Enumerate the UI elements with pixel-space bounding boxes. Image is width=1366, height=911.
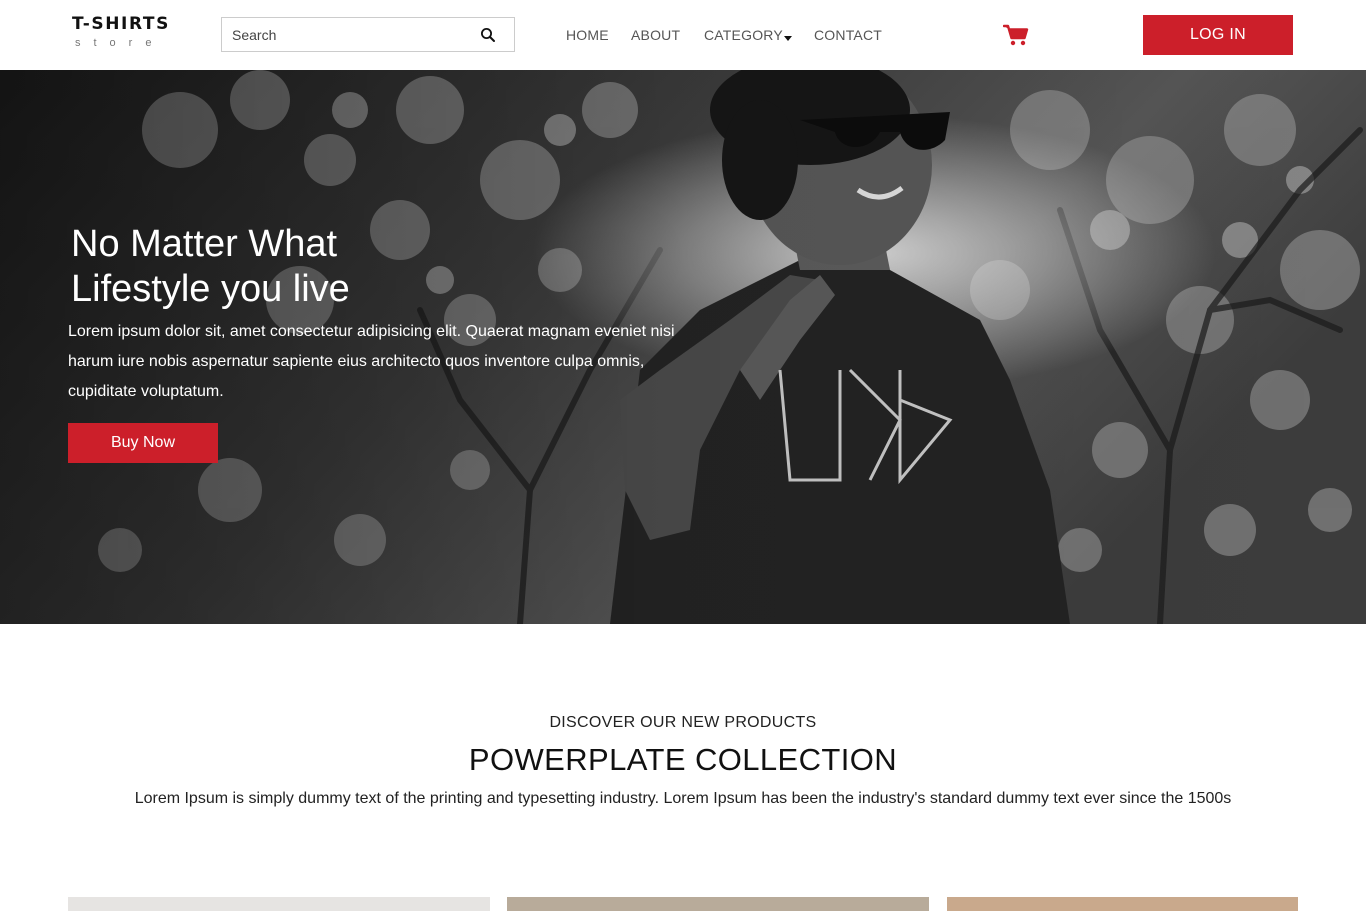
caret-down-icon bbox=[783, 36, 792, 41]
section-kicker: DISCOVER OUR NEW PRODUCTS bbox=[549, 714, 817, 731]
hero-title-line-1: No Matter What bbox=[71, 223, 338, 265]
nav-home[interactable]: HOME bbox=[566, 27, 609, 43]
search-icon[interactable] bbox=[480, 27, 496, 43]
product-cards bbox=[0, 897, 1366, 911]
search-input[interactable] bbox=[222, 18, 482, 51]
products-intro: DISCOVER OUR NEW PRODUCTS POWERPLATE COL… bbox=[0, 712, 1366, 810]
logo-subtitle: store bbox=[75, 37, 165, 49]
buy-now-button[interactable]: Buy Now bbox=[68, 423, 218, 463]
product-card-1[interactable] bbox=[68, 897, 490, 911]
logo-title: T-SHIRTS bbox=[72, 14, 170, 34]
nav-category[interactable]: CATEGORY bbox=[704, 27, 792, 43]
hero-title-line-2: Lifestyle you live bbox=[71, 268, 350, 310]
product-card-2[interactable] bbox=[507, 897, 929, 911]
nav-contact[interactable]: CONTACT bbox=[814, 27, 882, 43]
login-button[interactable]: LOG IN bbox=[1143, 15, 1293, 55]
hero-title: No Matter What Lifestyle you live bbox=[71, 222, 708, 312]
section-description: Lorem Ipsum is simply dummy text of the … bbox=[134, 790, 1232, 807]
nav-about[interactable]: ABOUT bbox=[631, 27, 680, 43]
hero-description: Lorem ipsum dolor sit, amet consectetur … bbox=[68, 323, 675, 400]
site-header: T-SHIRTS store HOME ABOUT CATEGORY CONTA… bbox=[0, 0, 1366, 70]
hero-content: No Matter What Lifestyle you live Lorem … bbox=[68, 222, 708, 463]
hero-banner: No Matter What Lifestyle you live Lorem … bbox=[0, 70, 1366, 624]
search-box bbox=[221, 17, 515, 52]
logo[interactable]: T-SHIRTS store bbox=[72, 14, 176, 50]
shopping-cart-icon[interactable] bbox=[1002, 24, 1029, 46]
section-title: POWERPLATE COLLECTION bbox=[468, 742, 898, 777]
nav-category-label: CATEGORY bbox=[704, 27, 783, 43]
product-card-3[interactable] bbox=[947, 897, 1298, 911]
